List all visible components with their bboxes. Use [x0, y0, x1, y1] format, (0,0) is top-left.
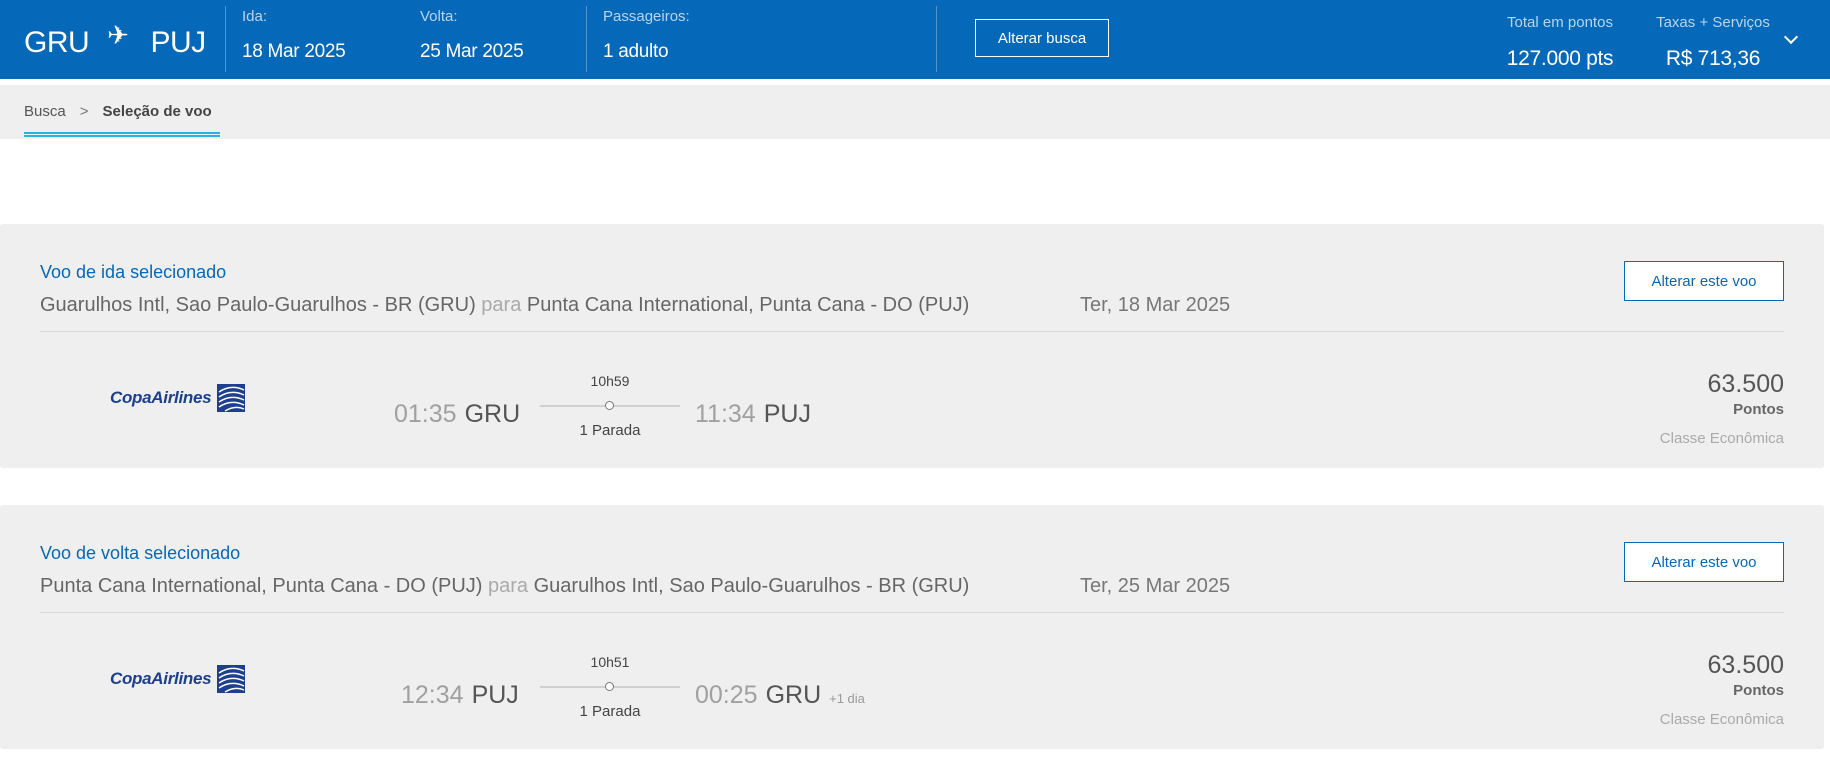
divider: [936, 6, 937, 72]
inbound-flight-card: Voo de volta selecionado Punta Cana Inte…: [0, 505, 1824, 749]
cabin-class: Classe Econômica: [1659, 711, 1784, 728]
taxas-servicos: Taxas + Serviços R$ 713,36: [1638, 14, 1788, 71]
points-unit: Pontos: [1733, 682, 1784, 699]
total-points: Total em pontos 127.000 pts: [1495, 14, 1625, 71]
passageiros-value: 1 adulto: [603, 41, 669, 62]
copa-airlines-logo: CopaAirlines: [110, 384, 247, 412]
breadcrumb: Busca > Seleção de voo: [24, 103, 212, 120]
arrival-code: PUJ: [763, 400, 811, 428]
passageiros-label: Passageiros:: [603, 8, 690, 25]
next-day-badge: +1 dia: [829, 691, 865, 706]
inbound-route: Punta Cana International, Punta Cana - D…: [40, 575, 969, 598]
airline-name: CopaAirlines: [110, 669, 212, 688]
departure-time: 01:35: [394, 400, 457, 428]
inbound-date: Ter, 25 Mar 2025: [1080, 575, 1231, 597]
inbound-departure: 12:34 PUJ: [401, 681, 519, 710]
route-summary: GRU ✈ PUJ: [24, 20, 206, 60]
alterar-voo-volta-button[interactable]: Alterar este voo: [1624, 542, 1784, 582]
card-divider: [40, 331, 1784, 332]
outbound-to: Punta Cana International, Punta Cana - D…: [526, 294, 970, 316]
inbound-para: para: [488, 575, 529, 597]
points-value: 63.500: [1707, 651, 1784, 679]
ida-value: 18 Mar 2025: [242, 41, 346, 62]
arrival-code: GRU: [765, 681, 822, 709]
inbound-title: Voo de volta selecionado: [40, 543, 241, 563]
arrival-time: 00:25: [695, 681, 758, 709]
breadcrumb-busca[interactable]: Busca: [24, 103, 66, 120]
ida-field: Ida: 18 Mar 2025: [242, 8, 346, 63]
alterar-voo-ida-button[interactable]: Alterar este voo: [1624, 261, 1784, 301]
outbound-flight-card: Voo de ida selecionado Guarulhos Intl, S…: [0, 224, 1824, 468]
outbound-duration: 10h59: [590, 373, 630, 389]
outbound-title: Voo de ida selecionado: [40, 262, 227, 282]
breadcrumb-bar: Busca > Seleção de voo: [0, 85, 1830, 139]
stop-dot-icon: [605, 682, 614, 691]
breadcrumb-separator: >: [79, 103, 89, 120]
volta-value: 25 Mar 2025: [420, 41, 524, 62]
divider: [586, 6, 587, 72]
origin-code: GRU: [24, 26, 90, 59]
departure-code: PUJ: [471, 681, 519, 709]
destination-code: PUJ: [150, 26, 206, 59]
departure-code: GRU: [464, 400, 521, 428]
header-bar: GRU ✈ PUJ Ida: 18 Mar 2025 Volta: 25 Mar…: [0, 0, 1830, 79]
airline-name: CopaAirlines: [110, 388, 212, 407]
breadcrumb-selecao-voo: Seleção de voo: [102, 103, 212, 120]
copa-airlines-logo: CopaAirlines: [110, 665, 247, 693]
outbound-para: para: [481, 294, 522, 316]
inbound-price: 63.500 Pontos Classe Econômica: [1660, 651, 1784, 728]
inbound-from: Punta Cana International, Punta Cana - D…: [40, 575, 483, 597]
alterar-busca-button[interactable]: Alterar busca: [975, 19, 1109, 57]
outbound-price: 63.500 Pontos Classe Econômica: [1660, 370, 1784, 447]
inbound-to: Guarulhos Intl, Sao Paulo-Guarulhos - BR…: [533, 575, 970, 597]
taxas-label: Taxas + Serviços: [1656, 14, 1770, 31]
outbound-stops[interactable]: 1 Parada: [540, 422, 680, 439]
outbound-from: Guarulhos Intl, Sao Paulo-Guarulhos - BR…: [40, 294, 476, 316]
stop-dot-icon: [605, 401, 614, 410]
copa-logo-icon: [217, 384, 246, 412]
outbound-departure: 01:35 GRU: [394, 400, 520, 429]
inbound-duration: 10h51: [590, 654, 630, 670]
departure-time: 12:34: [401, 681, 464, 709]
card-divider: [40, 612, 1784, 613]
active-step-underline: [24, 132, 220, 137]
volta-label: Volta:: [420, 8, 458, 25]
points-value: 63.500: [1707, 370, 1784, 398]
ida-label: Ida:: [242, 8, 268, 25]
divider: [225, 6, 226, 72]
inbound-stops[interactable]: 1 Parada: [540, 703, 680, 720]
cabin-class: Classe Econômica: [1659, 430, 1784, 447]
volta-field: Volta: 25 Mar 2025: [420, 8, 524, 63]
airplane-icon: ✈: [107, 19, 129, 50]
outbound-route: Guarulhos Intl, Sao Paulo-Guarulhos - BR…: [40, 294, 969, 317]
outbound-date: Ter, 18 Mar 2025: [1080, 294, 1231, 316]
inbound-arrival: 00:25 GRU +1 dia: [695, 681, 865, 710]
passageiros-field: Passageiros: 1 adulto: [603, 8, 690, 63]
outbound-arrival: 11:34 PUJ: [695, 400, 811, 429]
total-points-value: 127.000 pts: [1506, 47, 1614, 70]
total-points-label: Total em pontos: [1507, 14, 1613, 31]
arrival-time: 11:34: [695, 400, 756, 428]
points-unit: Pontos: [1733, 401, 1784, 418]
copa-logo-icon: [217, 665, 246, 693]
taxas-value: R$ 713,36: [1665, 47, 1761, 70]
